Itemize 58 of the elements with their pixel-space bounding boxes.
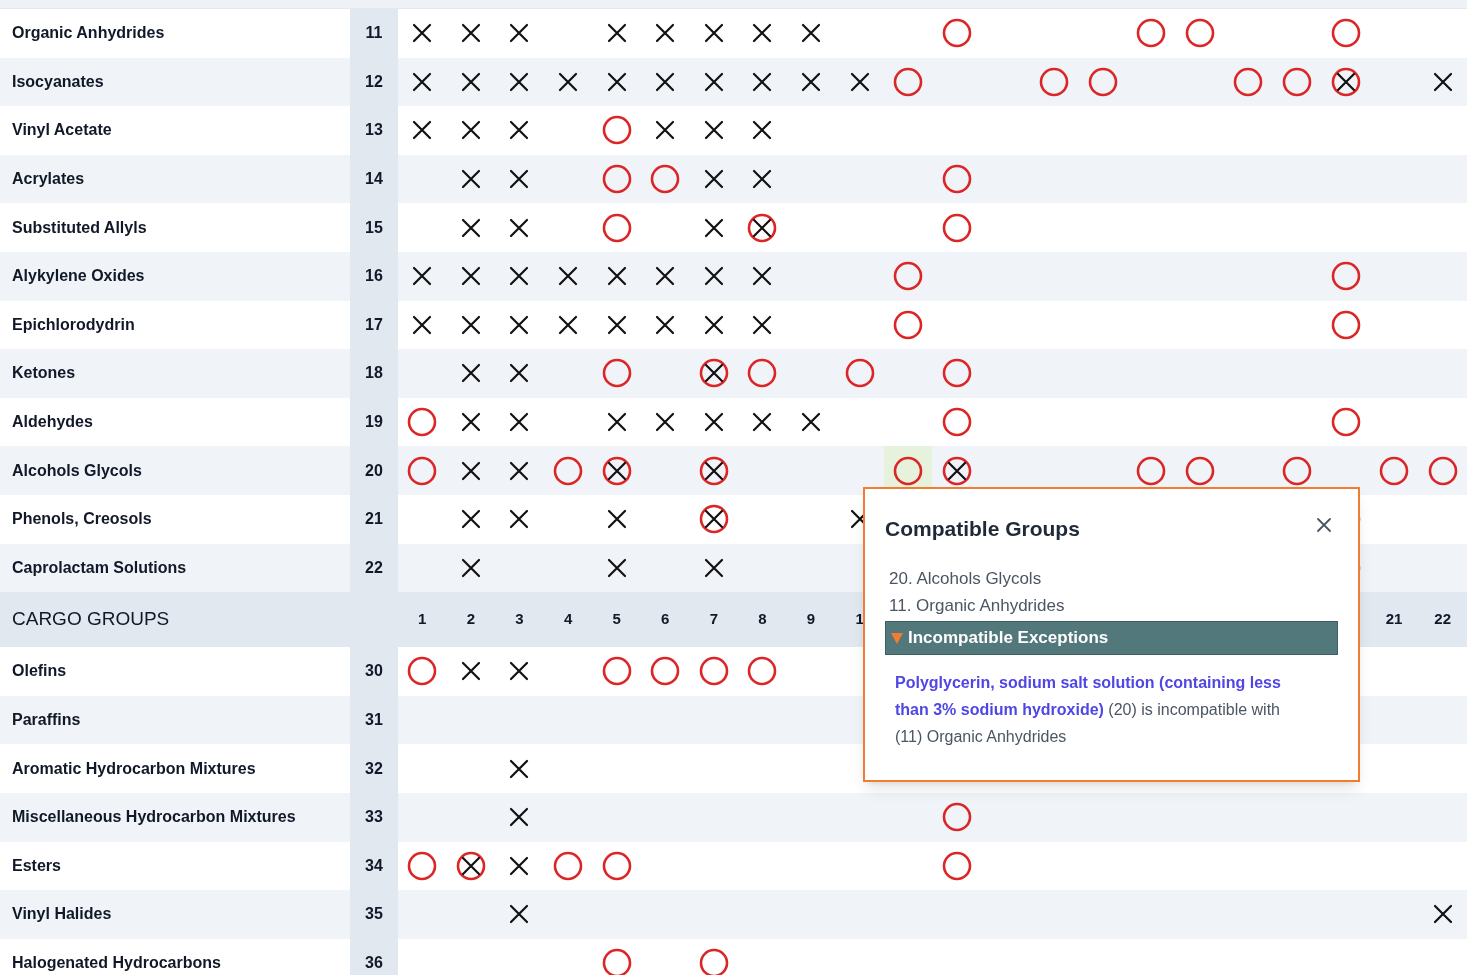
group-number: 14 [365, 169, 383, 190]
column-number: 21 [1385, 609, 1403, 630]
group-number: 17 [365, 314, 383, 335]
group-number: 36 [365, 953, 383, 973]
group-name: Caprolactam Solutions [12, 557, 187, 578]
group-number: 31 [365, 710, 383, 730]
popup-title: Compatible Groups [885, 516, 1080, 542]
close-button[interactable] [1314, 515, 1334, 535]
group-name: Alykylene Oxides [12, 266, 145, 287]
column-number: 7 [709, 609, 718, 630]
group-number: 20 [365, 460, 383, 481]
group-number: 35 [365, 904, 383, 925]
exception-text: Polyglycerin, sodium salt solution (containing less than 3% sodium hydroxide) (20) is incompatible with (11) Organic Anhydrides [894, 672, 1282, 747]
group-name: Miscellaneous Hydrocarbon Mixtures [12, 807, 296, 828]
column-number: 3 [515, 609, 524, 630]
column-number: 8 [758, 609, 767, 630]
group-number: 15 [365, 217, 383, 238]
group-name: Vinyl Acetate [12, 120, 112, 141]
column-number: 1 [855, 609, 864, 630]
group-name: Esters [12, 855, 61, 876]
group-name: Olefins [12, 661, 67, 682]
group-number: 18 [365, 363, 383, 384]
column-number: 4 [563, 609, 573, 630]
group-name: Acrylates [12, 169, 85, 190]
column-number: 2 [466, 609, 476, 630]
section-title: CARGO GROUPS [12, 608, 170, 630]
group-name: Ketones [12, 363, 76, 384]
group-name: Epichlorodydrin [12, 314, 135, 335]
section-header[interactable]: Incompatible Exceptions [885, 620, 1338, 655]
group-number: 12 [365, 71, 383, 92]
group-number: 30 [365, 661, 383, 682]
column-number: 22 [1434, 609, 1452, 630]
group-name: Phenols, Creosols [12, 509, 152, 530]
column-number: 1 [418, 609, 427, 630]
group-number: 11 [365, 23, 383, 44]
group-name: Aromatic Hydrocarbon Mixtures [12, 758, 256, 779]
compatible-group-item: 20. Alcohols Glycols [889, 567, 1043, 590]
group-name: Isocyanates [12, 71, 104, 92]
group-number: 21 [365, 509, 383, 530]
group-name: Halogenated Hydrocarbons [12, 953, 221, 973]
group-number: 13 [365, 120, 383, 141]
compatible-group-item: 11. Organic Anhydrides [889, 594, 1066, 617]
group-name: Alcohols Glycols [12, 460, 142, 481]
triangle-icon [890, 630, 904, 645]
column-number: 9 [806, 609, 816, 630]
group-number: 33 [365, 807, 383, 828]
group-name: Organic Anhydrides [12, 23, 165, 44]
group-number: 34 [365, 855, 383, 876]
group-number: 16 [365, 266, 383, 287]
group-name: Paraffins [12, 710, 81, 730]
column-number: 5 [612, 609, 621, 630]
group-number: 32 [365, 758, 383, 779]
group-name: Vinyl Halides [12, 904, 112, 925]
group-name: Substituted Allyls [12, 217, 147, 238]
group-name: Aldehydes [12, 412, 93, 433]
column-number: 6 [661, 609, 670, 630]
group-number: 19 [365, 412, 383, 433]
group-number: 22 [365, 557, 383, 578]
